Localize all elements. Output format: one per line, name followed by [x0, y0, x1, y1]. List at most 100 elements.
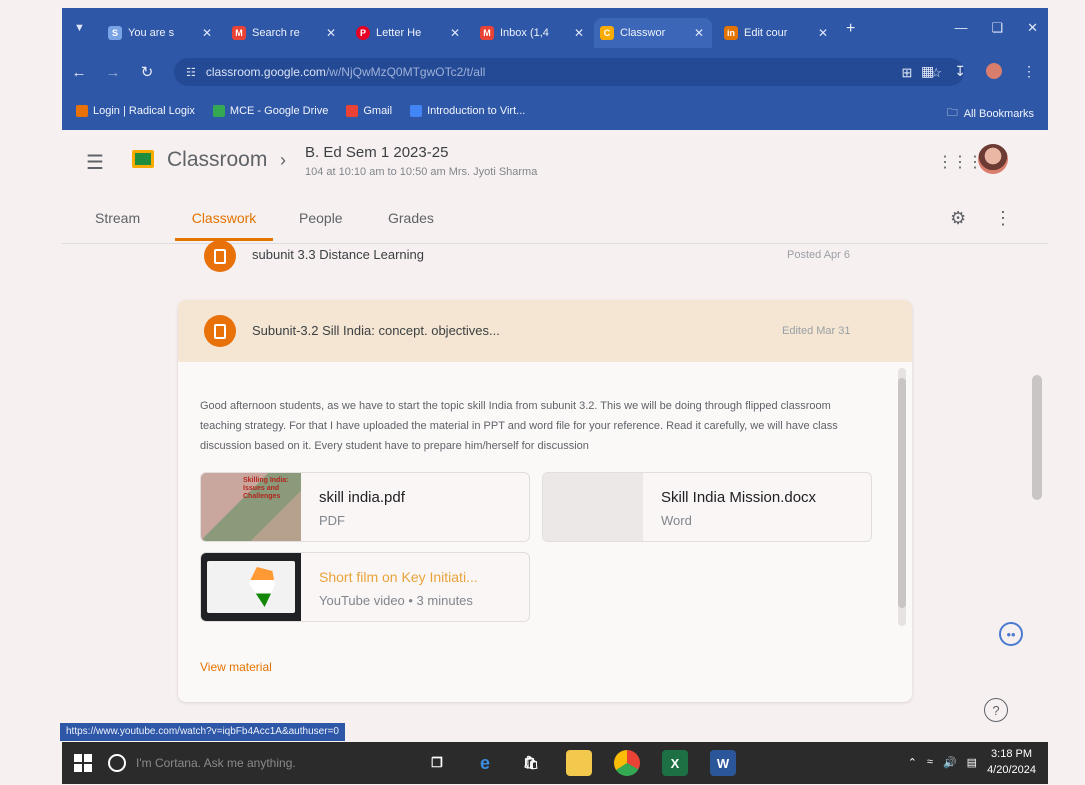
bookmark-item[interactable]: MCE - Google Drive [212, 105, 328, 117]
system-tray: ⌃ ≈ 🔊 ▤ 3:18 PM 4/20/2024 [908, 746, 1036, 778]
settings-icon[interactable]: ⚙ [950, 208, 966, 229]
site-info-icon[interactable]: ☷ [186, 66, 196, 79]
browser-menu-icon[interactable]: ⋮ [1022, 63, 1036, 80]
bookmark-item[interactable]: Login | Radical Logix [76, 105, 195, 117]
material-card-header[interactable]: Subunit-3.2 Sill India: concept. objecti… [178, 300, 912, 362]
bookmark-item[interactable]: Gmail [346, 105, 392, 117]
keep-icon[interactable]: •• [999, 622, 1023, 646]
attachment-name: skill india.pdf [319, 489, 405, 506]
cortana-placeholder: I'm Cortana. Ask me anything. [136, 756, 296, 770]
app-header: ☰ Classroom › B. Ed Sem 1 2023-25 104 at… [62, 130, 1048, 194]
tab-classwork[interactable]: Classwork [175, 210, 273, 241]
notifications-icon[interactable]: ▤ [967, 756, 977, 769]
cortana-icon [108, 754, 126, 772]
address-bar[interactable]: ☷ classroom.google.com/w/NjQwMzQ0MTgwOTc… [174, 58, 964, 86]
item-title[interactable]: subunit 3.3 Distance Learning [252, 247, 424, 262]
tab-people[interactable]: People [299, 210, 343, 238]
attachment[interactable]: Skill India Mission.docx Word [542, 472, 872, 542]
browser-tab[interactable]: P Letter He ✕ [350, 18, 468, 48]
clock[interactable]: 3:18 PM 4/20/2024 [987, 746, 1036, 778]
task-view-icon[interactable]: ❐ [424, 750, 450, 776]
volume-icon[interactable]: 🔊 [943, 756, 957, 769]
browser-tab[interactable]: in Edit cour ✕ [718, 18, 836, 48]
back-icon[interactable]: ← [62, 64, 96, 81]
tab-label: Letter He [376, 27, 422, 39]
wifi-icon[interactable]: ≈ [927, 756, 933, 768]
view-material-link[interactable]: View material [200, 660, 272, 674]
scrollbar-thumb[interactable] [898, 378, 906, 608]
tab-search-icon[interactable]: ▼ [74, 22, 85, 34]
clock-time: 3:18 PM [991, 748, 1033, 760]
word-icon[interactable]: W [710, 750, 736, 776]
file-explorer-icon[interactable] [566, 750, 592, 776]
card-scrollbar[interactable] [898, 368, 906, 626]
edge-icon[interactable]: e [472, 750, 498, 776]
pdf-thumbnail: Skilling India: Issues and Challenges [201, 473, 301, 541]
assignment-icon [204, 240, 236, 272]
tab-close-icon[interactable]: ✕ [694, 26, 704, 40]
classroom-logo[interactable] [132, 150, 154, 168]
browser-tab-active[interactable]: C Classwor ✕ [594, 18, 712, 48]
apps-icon[interactable]: ⋮⋮⋮ [937, 152, 983, 172]
assignment-icon [204, 315, 236, 347]
restore-icon[interactable]: ❏ [991, 20, 1003, 36]
store-icon[interactable]: 🛍 [518, 750, 544, 776]
tray-chevron-icon[interactable]: ⌃ [908, 756, 917, 769]
help-icon[interactable]: ? [984, 698, 1008, 722]
browser-tab[interactable]: M Inbox (1,4 ✕ [474, 18, 592, 48]
clock-date: 4/20/2024 [987, 764, 1036, 776]
bookmark-label: Gmail [363, 105, 393, 117]
bookmark-icon [410, 105, 423, 117]
more-vert-icon[interactable]: ⋮ [994, 208, 1012, 229]
class-nav: Stream Classwork People Grades ⚙ ⋮ [62, 202, 1048, 244]
tab-label: Edit cour [744, 27, 788, 39]
app-name[interactable]: Classroom [167, 148, 267, 172]
item-date: Posted Apr 6 [787, 249, 850, 261]
class-title[interactable]: B. Ed Sem 1 2023-25 [305, 144, 448, 161]
tab-close-icon[interactable]: ✕ [818, 26, 828, 40]
chrome-icon[interactable] [614, 750, 640, 776]
close-window-icon[interactable]: ✕ [1027, 20, 1038, 36]
attachment-type: Word [661, 513, 692, 528]
minimize-icon[interactable]: — [954, 20, 967, 36]
profile-icon[interactable] [986, 63, 1002, 79]
browser-tab[interactable]: M Search re ✕ [226, 18, 344, 48]
attachment-type: YouTube video • 3 minutes [319, 593, 473, 608]
tab-grades[interactable]: Grades [388, 210, 434, 238]
browser-tab[interactable]: S You are s ✕ [102, 18, 220, 48]
all-bookmarks[interactable]: 🗀 All Bookmarks [947, 104, 1034, 123]
forward-icon[interactable]: → [96, 64, 130, 81]
item-date: Edited Mar 31 [782, 325, 851, 337]
install-app-icon[interactable]: ⊞ [901, 65, 912, 81]
attachment[interactable]: Short film on Key Initiati... YouTube vi… [200, 552, 530, 622]
url-path: /w/NjQwMzQ0MTgwOTc2/t/all [325, 65, 486, 79]
tab-favicon: P [356, 26, 370, 40]
toolbar-actions: ▦ ↧ ⋮ [921, 63, 1036, 80]
bookmark-label: Login | Radical Logix [93, 105, 195, 117]
window-controls: — ❏ ✕ [954, 20, 1038, 36]
tab-close-icon[interactable]: ✕ [202, 26, 212, 40]
windows-icon[interactable] [74, 754, 92, 772]
browser-chrome: ▼ S You are s ✕ M Search re ✕ P Letter H… [62, 8, 1048, 130]
material-description: Good afternoon students, as we have to s… [200, 400, 838, 452]
class-subtitle: 104 at 10:10 am to 10:50 am Mrs. Jyoti S… [305, 166, 538, 178]
extensions-icon[interactable]: ▦ [921, 63, 934, 80]
attachment[interactable]: Skilling India: Issues and Challenges sk… [200, 472, 530, 542]
tab-close-icon[interactable]: ✕ [574, 26, 584, 40]
cortana-search[interactable]: I'm Cortana. Ask me anything. [108, 748, 408, 778]
tab-close-icon[interactable]: ✕ [326, 26, 336, 40]
tab-stream[interactable]: Stream [95, 210, 140, 238]
windows-taskbar: I'm Cortana. Ask me anything. ❐ e 🛍 X W … [62, 742, 1048, 784]
menu-icon[interactable]: ☰ [86, 150, 104, 175]
page-scrollbar[interactable] [1032, 375, 1042, 500]
new-tab-button[interactable]: + [846, 20, 855, 38]
tab-favicon: M [232, 26, 246, 40]
excel-icon[interactable]: X [662, 750, 688, 776]
reload-icon[interactable]: ↻ [130, 63, 164, 81]
avatar[interactable] [978, 144, 1008, 174]
tab-close-icon[interactable]: ✕ [450, 26, 460, 40]
bookmark-item[interactable]: Introduction to Virt... [410, 105, 525, 117]
item-title[interactable]: Subunit-3.2 Sill India: concept. objecti… [252, 323, 500, 338]
download-icon[interactable]: ↧ [954, 63, 966, 80]
folder-icon: 🗀 [946, 107, 958, 119]
